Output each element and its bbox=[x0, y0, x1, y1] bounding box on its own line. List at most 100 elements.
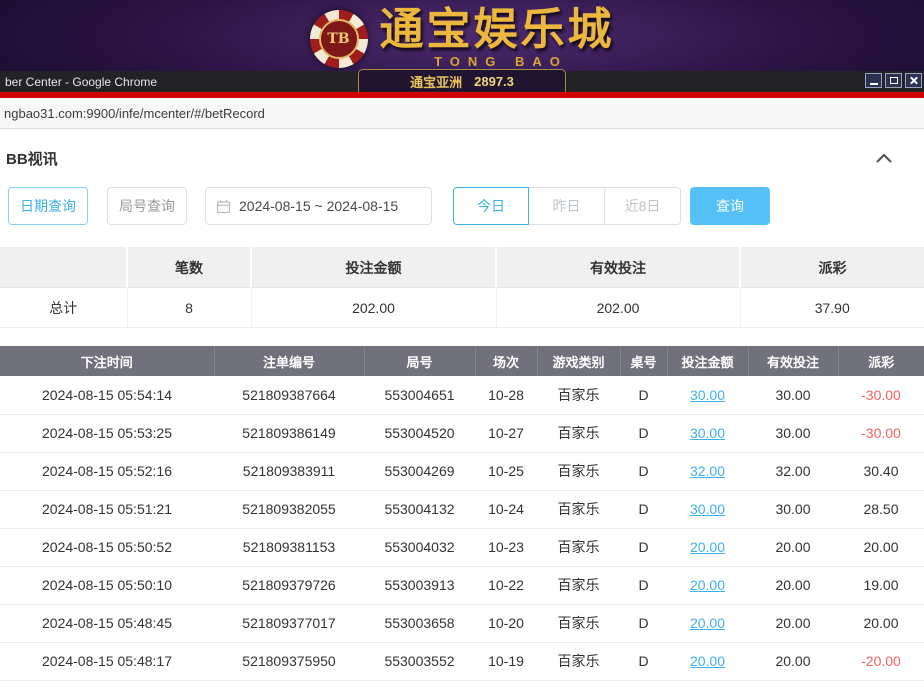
col-session: 场次 bbox=[475, 346, 537, 376]
cell-bet-time: 2024-08-15 05:53:25 bbox=[0, 414, 214, 452]
cell-bet-id: 521809382055 bbox=[214, 490, 364, 528]
cell-table-code: D bbox=[620, 566, 667, 604]
cell-payout: 20.00 bbox=[838, 528, 924, 566]
cell-bet-id: 521809386149 bbox=[214, 414, 364, 452]
section-title: BB视讯 bbox=[6, 148, 58, 169]
cell-bet-time: 2024-08-15 05:50:10 bbox=[0, 566, 214, 604]
collapse-chevron-up-icon[interactable] bbox=[874, 151, 894, 165]
cell-session: 10-24 bbox=[475, 490, 537, 528]
summary-valid-total: 202.00 bbox=[496, 288, 740, 328]
summary-col-valid-bet: 有效投注 bbox=[496, 248, 740, 288]
cell-bet-amount: 20.00 bbox=[667, 528, 748, 566]
logo-english-text: TONG BAO bbox=[380, 54, 615, 69]
minimize-icon bbox=[870, 83, 878, 85]
bet-amount-link[interactable]: 30.00 bbox=[690, 425, 725, 441]
logo-chinese-text: 通宝娱乐城 bbox=[380, 8, 615, 52]
last8days-button[interactable]: 近8日 bbox=[605, 187, 681, 225]
bet-amount-link[interactable]: 20.00 bbox=[690, 615, 725, 631]
today-button[interactable]: 今日 bbox=[453, 187, 529, 225]
cell-payout: 30.40 bbox=[838, 452, 924, 490]
col-valid-bet: 有效投注 bbox=[748, 346, 838, 376]
yesterday-button[interactable]: 昨日 bbox=[529, 187, 605, 225]
cell-session: 10-20 bbox=[475, 604, 537, 642]
date-query-button[interactable]: 日期查询 bbox=[8, 187, 88, 225]
window-controls bbox=[865, 73, 922, 88]
url-bar[interactable]: ngbao31.com:9900/infe/mcenter/#/betRecor… bbox=[0, 98, 924, 129]
cell-table-code: D bbox=[620, 642, 667, 680]
cell-bet-id: 521809377017 bbox=[214, 604, 364, 642]
cell-round-id: 553003552 bbox=[364, 642, 475, 680]
cell-payout: 28.50 bbox=[838, 490, 924, 528]
cell-session: 10-28 bbox=[475, 376, 537, 414]
bet-amount-link[interactable]: 20.00 bbox=[690, 577, 725, 593]
window-title: ber Center - Google Chrome bbox=[5, 75, 157, 89]
chip-tb-monogram: TB bbox=[319, 19, 359, 59]
close-button[interactable] bbox=[905, 73, 922, 88]
cell-session: 10-19 bbox=[475, 642, 537, 680]
bet-amount-link[interactable]: 32.00 bbox=[690, 463, 725, 479]
quick-range-group: 今日 昨日 近8日 bbox=[453, 187, 681, 225]
bet-amount-link[interactable]: 20.00 bbox=[690, 539, 725, 555]
table-row: 2024-08-15 05:50:10 521809379726 5530039… bbox=[0, 566, 924, 604]
site-banner: TB 通宝娱乐城 TONG BAO bbox=[0, 0, 924, 71]
search-button[interactable]: 查询 bbox=[690, 187, 770, 225]
balance-label: 通宝亚洲 bbox=[410, 72, 462, 91]
table-row: 2024-08-15 05:52:16 521809383911 5530042… bbox=[0, 452, 924, 490]
casino-chip-icon: TB bbox=[310, 10, 368, 68]
cell-bet-amount: 20.00 bbox=[667, 642, 748, 680]
cell-payout: 20.00 bbox=[838, 604, 924, 642]
cell-game-type: 百家乐 bbox=[537, 414, 620, 452]
table-row: 2024-08-15 05:53:25 521809386149 5530045… bbox=[0, 414, 924, 452]
cell-bet-time: 2024-08-15 05:54:14 bbox=[0, 376, 214, 414]
table-row: 2024-08-15 05:50:52 521809381153 5530040… bbox=[0, 528, 924, 566]
bet-amount-link[interactable]: 30.00 bbox=[690, 387, 725, 403]
cell-bet-time: 2024-08-15 05:51:21 bbox=[0, 490, 214, 528]
cell-session: 10-27 bbox=[475, 414, 537, 452]
summary-payout-total: 37.90 bbox=[740, 288, 924, 328]
summary-count-value: 8 bbox=[127, 288, 251, 328]
cell-table-code: D bbox=[620, 490, 667, 528]
cell-payout: -30.00 bbox=[838, 414, 924, 452]
summary-bet-total: 202.00 bbox=[251, 288, 496, 328]
round-query-button[interactable]: 局号查询 bbox=[107, 187, 187, 225]
table-row: 2024-08-15 05:48:17 521809375950 5530035… bbox=[0, 642, 924, 680]
calendar-icon bbox=[216, 199, 231, 214]
cell-game-type: 百家乐 bbox=[537, 376, 620, 414]
cell-valid-bet: 30.00 bbox=[748, 414, 838, 452]
table-row: 2024-08-15 05:51:21 521809382055 5530041… bbox=[0, 490, 924, 528]
cell-valid-bet: 20.00 bbox=[748, 604, 838, 642]
cell-valid-bet: 20.00 bbox=[748, 642, 838, 680]
cell-payout: 19.00 bbox=[838, 566, 924, 604]
url-text: ngbao31.com:9900/infe/mcenter/#/betRecor… bbox=[4, 106, 265, 121]
cell-game-type: 百家乐 bbox=[537, 528, 620, 566]
cell-session: 10-25 bbox=[475, 452, 537, 490]
bet-amount-link[interactable]: 20.00 bbox=[690, 653, 725, 669]
summary-col-empty bbox=[0, 248, 127, 288]
col-bet-amount: 投注金额 bbox=[667, 346, 748, 376]
cell-bet-amount: 30.00 bbox=[667, 414, 748, 452]
col-round-id: 局号 bbox=[364, 346, 475, 376]
maximize-button[interactable] bbox=[885, 73, 902, 88]
col-bet-id: 注单编号 bbox=[214, 346, 364, 376]
cell-bet-id: 521809387664 bbox=[214, 376, 364, 414]
minimize-button[interactable] bbox=[865, 73, 882, 88]
date-range-input[interactable]: 2024-08-15 ~ 2024-08-15 bbox=[205, 187, 432, 225]
balance-value: 2897.3 bbox=[474, 74, 514, 89]
cell-table-code: D bbox=[620, 604, 667, 642]
col-payout: 派彩 bbox=[838, 346, 924, 376]
browser-titlebar: ber Center - Google Chrome 通宝亚洲 2897.3 bbox=[0, 71, 924, 92]
cell-bet-id: 521809375950 bbox=[214, 642, 364, 680]
cell-bet-time: 2024-08-15 05:52:16 bbox=[0, 452, 214, 490]
cell-game-type: 百家乐 bbox=[537, 642, 620, 680]
cell-round-id: 553004269 bbox=[364, 452, 475, 490]
bet-amount-link[interactable]: 30.00 bbox=[690, 501, 725, 517]
col-bet-time: 下注时间 bbox=[0, 346, 214, 376]
site-logo: TB 通宝娱乐城 TONG BAO bbox=[310, 8, 615, 69]
summary-table: 笔数 投注金额 有效投注 派彩 总计 8 202.00 202.00 37.90 bbox=[0, 247, 924, 328]
filter-toolbar: 日期查询 局号查询 2024-08-15 ~ 2024-08-15 今日 昨日 … bbox=[8, 187, 924, 225]
cell-game-type: 百家乐 bbox=[537, 604, 620, 642]
cell-game-type: 百家乐 bbox=[537, 452, 620, 490]
cell-valid-bet: 30.00 bbox=[748, 376, 838, 414]
cell-valid-bet: 32.00 bbox=[748, 452, 838, 490]
cell-bet-time: 2024-08-15 05:48:17 bbox=[0, 642, 214, 680]
